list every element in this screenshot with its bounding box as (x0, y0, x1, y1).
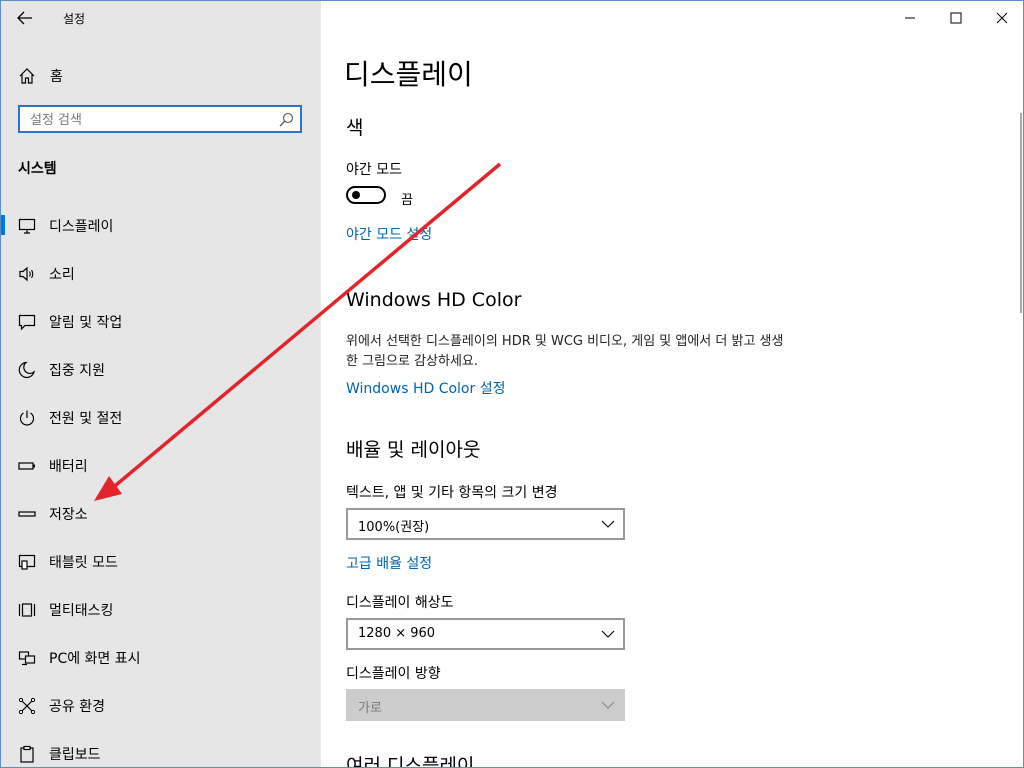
page-title: 디스플레이 (344, 58, 473, 91)
maximize-button[interactable] (933, 3, 979, 33)
search-box[interactable] (18, 105, 302, 133)
chevron-down-icon (601, 701, 615, 709)
sidebar-item-label: 집중 지원 (49, 363, 105, 379)
main-pane: 디스플레이 색 야간 모드 끔 야간 모드 설정 Windows HD Colo… (321, 1, 1023, 767)
night-light-state: 끔 (401, 193, 413, 208)
maximize-icon (950, 12, 962, 24)
scale-label: 텍스트, 앱 및 기타 항목의 크기 변경 (346, 485, 558, 501)
sidebar-item-label: PC에 화면 표시 (49, 651, 141, 667)
night-light-settings-link[interactable]: 야간 모드 설정 (346, 224, 432, 244)
sidebar-item-power-sleep[interactable]: 전원 및 절전 (1, 395, 321, 439)
hd-color-settings-link[interactable]: Windows HD Color 설정 (346, 378, 505, 398)
close-icon (996, 12, 1008, 24)
search-input[interactable] (28, 110, 272, 130)
sidebar-item-label: 멀티태스킹 (49, 603, 114, 619)
shared-experiences-icon (18, 697, 36, 715)
sidebar-item-multitasking[interactable]: 멀티태스킹 (1, 587, 321, 631)
monitor-icon (18, 218, 36, 234)
sidebar-item-label: 저장소 (49, 507, 88, 523)
scale-layout-heading: 배율 및 레이아웃 (346, 439, 481, 461)
sidebar: 설정 홈 시스템 디스플레이 (1, 1, 321, 767)
selection-indicator (1, 215, 5, 235)
advanced-scaling-link[interactable]: 고급 배율 설정 (346, 553, 432, 573)
hd-color-description: 위에서 선택한 디스플레이의 HDR 및 WCG 비디오, 게임 및 앱에서 더… (346, 334, 784, 369)
notification-icon (18, 314, 36, 331)
resolution-label: 디스플레이 해상도 (346, 595, 454, 611)
color-heading: 색 (346, 117, 364, 139)
sidebar-item-label: 배터리 (49, 459, 88, 475)
sidebar-item-label: 알림 및 작업 (49, 315, 123, 331)
scale-dropdown[interactable]: 100%(권장) (346, 508, 625, 540)
sidebar-item-sound[interactable]: 소리 (1, 251, 321, 295)
hd-color-heading: Windows HD Color (346, 289, 522, 311)
resolution-value: 1280 × 960 (358, 626, 436, 641)
sidebar-item-tablet-mode[interactable]: 태블릿 모드 (1, 539, 321, 583)
battery-icon (18, 462, 35, 470)
sidebar-item-display[interactable]: 디스플레이 (1, 203, 321, 247)
sidebar-item-storage[interactable]: 저장소 (1, 491, 321, 535)
resolution-dropdown[interactable]: 1280 × 960 (346, 618, 625, 650)
sidebar-item-notifications[interactable]: 알림 및 작업 (1, 299, 321, 343)
settings-window: 설정 홈 시스템 디스플레이 (0, 0, 1024, 768)
back-button[interactable] (9, 3, 41, 33)
tablet-icon (18, 554, 36, 570)
section-title: 시스템 (18, 161, 57, 177)
multiple-displays-heading: 여러 디스플레이 (346, 755, 475, 768)
sidebar-item-home[interactable]: 홈 (1, 57, 321, 93)
back-arrow-icon (17, 11, 32, 25)
scale-value: 100%(권장) (358, 520, 430, 535)
toggle-knob (352, 191, 360, 199)
minimize-icon (905, 17, 915, 19)
night-light-toggle[interactable] (346, 186, 386, 204)
orientation-label: 디스플레이 방향 (346, 666, 441, 682)
close-button[interactable] (979, 3, 1023, 33)
home-label: 홈 (50, 69, 63, 85)
sidebar-item-label: 태블릿 모드 (49, 555, 118, 571)
multitasking-icon (18, 603, 36, 617)
minimize-button[interactable] (887, 3, 933, 33)
sidebar-item-label: 전원 및 절전 (49, 411, 123, 427)
sidebar-item-label: 클립보드 (49, 747, 101, 763)
app-title: 설정 (63, 12, 86, 26)
speaker-icon (19, 266, 34, 282)
project-icon (18, 651, 36, 666)
sidebar-item-label: 소리 (49, 267, 75, 283)
orientation-dropdown: 가로 (346, 689, 625, 721)
sidebar-item-label: 디스플레이 (49, 219, 114, 235)
sidebar-item-project[interactable]: PC에 화면 표시 (1, 635, 321, 679)
moon-icon (18, 361, 36, 378)
orientation-value: 가로 (358, 701, 382, 716)
home-icon (19, 68, 35, 84)
scrollbar[interactable] (1020, 113, 1022, 313)
storage-icon (18, 511, 36, 517)
chevron-down-icon (601, 520, 615, 528)
power-icon (19, 410, 35, 426)
sidebar-item-focus-assist[interactable]: 집중 지원 (1, 347, 321, 391)
chevron-down-icon (601, 630, 615, 638)
clipboard-icon (20, 745, 34, 763)
search-icon[interactable] (278, 112, 294, 128)
sidebar-item-battery[interactable]: 배터리 (1, 443, 321, 487)
sidebar-item-clipboard[interactable]: 클립보드 (1, 731, 321, 767)
sidebar-item-label: 공유 환경 (49, 699, 105, 715)
sidebar-item-shared-experiences[interactable]: 공유 환경 (1, 683, 321, 727)
night-light-label: 야간 모드 (346, 162, 402, 178)
